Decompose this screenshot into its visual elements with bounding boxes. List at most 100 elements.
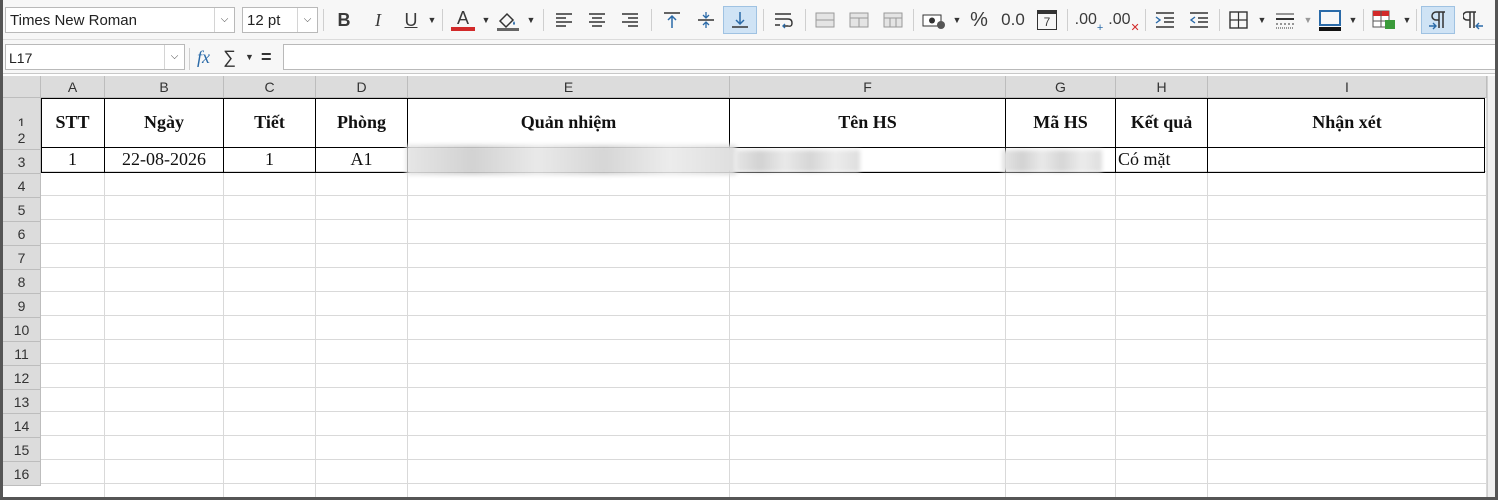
cell-i16[interactable] xyxy=(1208,484,1487,497)
column-header-e[interactable]: E xyxy=(408,76,730,98)
cell-b6[interactable] xyxy=(105,244,224,268)
currency-format-button[interactable] xyxy=(919,6,949,34)
align-left-button[interactable] xyxy=(551,6,577,34)
cell-i6[interactable] xyxy=(1208,244,1487,268)
cell-d16[interactable] xyxy=(316,484,408,497)
increase-indent-button[interactable] xyxy=(1151,6,1179,34)
rtl-direction-button[interactable] xyxy=(1459,6,1489,34)
cell-a16[interactable] xyxy=(41,484,105,497)
sum-dropdown[interactable]: ▼ xyxy=(243,44,254,70)
cell-h15[interactable] xyxy=(1116,460,1208,484)
data-cell-h2[interactable]: Có mặt xyxy=(1116,148,1208,172)
header-cell-c1[interactable]: Tiết xyxy=(224,98,316,148)
cell-h14[interactable] xyxy=(1116,436,1208,460)
cell-f5[interactable] xyxy=(730,220,1006,244)
cell-g16[interactable] xyxy=(1006,484,1116,497)
cell-g4[interactable] xyxy=(1006,196,1116,220)
cell-f8[interactable] xyxy=(730,292,1006,316)
cell-h5[interactable] xyxy=(1116,220,1208,244)
font-name-combo[interactable]: Times New Roman ⌵ xyxy=(5,7,235,33)
cell-e8[interactable] xyxy=(408,292,730,316)
italic-button[interactable]: I xyxy=(365,6,391,34)
data-cell-d2[interactable]: A1 xyxy=(316,148,408,172)
cell-g9[interactable] xyxy=(1006,316,1116,340)
cell-f10[interactable] xyxy=(730,340,1006,364)
cell-e10[interactable] xyxy=(408,340,730,364)
cell-c7[interactable] xyxy=(224,268,316,292)
cell-h12[interactable] xyxy=(1116,388,1208,412)
row-header-13[interactable]: 13 xyxy=(3,390,41,414)
row-header-8[interactable]: 8 xyxy=(3,270,41,294)
cell-f6[interactable] xyxy=(730,244,1006,268)
row-header-6[interactable]: 6 xyxy=(3,222,41,246)
cell-c10[interactable] xyxy=(224,340,316,364)
align-middle-button[interactable] xyxy=(693,6,719,34)
cell-b14[interactable] xyxy=(105,436,224,460)
cell-g12[interactable] xyxy=(1006,388,1116,412)
cell-a13[interactable] xyxy=(41,412,105,436)
cell-h4[interactable] xyxy=(1116,196,1208,220)
cell-h16[interactable] xyxy=(1116,484,1208,497)
cell-a15[interactable] xyxy=(41,460,105,484)
cell-i14[interactable] xyxy=(1208,436,1487,460)
cell-a12[interactable] xyxy=(41,388,105,412)
cell-i4[interactable] xyxy=(1208,196,1487,220)
borders-dropdown[interactable]: ▼ xyxy=(1255,6,1267,34)
cell-i7[interactable] xyxy=(1208,268,1487,292)
header-cell-e1[interactable]: Quản nhiệm xyxy=(408,98,730,148)
row-header-11[interactable]: 11 xyxy=(3,342,41,366)
cell-e5[interactable] xyxy=(408,220,730,244)
cell-i12[interactable] xyxy=(1208,388,1487,412)
row-header-2[interactable]: 2 xyxy=(3,126,41,150)
cell-i13[interactable] xyxy=(1208,412,1487,436)
cell-b11[interactable] xyxy=(105,364,224,388)
add-decimal-button[interactable]: .00 + xyxy=(1073,6,1105,34)
column-header-b[interactable]: B xyxy=(105,76,224,98)
cell-e12[interactable] xyxy=(408,388,730,412)
data-cell-i2[interactable] xyxy=(1208,148,1487,172)
align-right-button[interactable] xyxy=(617,6,643,34)
conditional-format-button[interactable] xyxy=(1369,6,1399,34)
cell-b7[interactable] xyxy=(105,268,224,292)
cell-g3[interactable] xyxy=(1006,172,1116,196)
vertical-scrollbar[interactable] xyxy=(1487,76,1495,497)
cell-c14[interactable] xyxy=(224,436,316,460)
wrap-text-button[interactable] xyxy=(770,6,798,34)
cell-c15[interactable] xyxy=(224,460,316,484)
column-header-c[interactable]: C xyxy=(224,76,316,98)
select-all-corner[interactable] xyxy=(3,76,41,98)
cell-a6[interactable] xyxy=(41,244,105,268)
cell-g8[interactable] xyxy=(1006,292,1116,316)
data-cell-a2[interactable]: 1 xyxy=(41,148,105,172)
cell-e16[interactable] xyxy=(408,484,730,497)
cell-d14[interactable] xyxy=(316,436,408,460)
cell-e14[interactable] xyxy=(408,436,730,460)
cell-i10[interactable] xyxy=(1208,340,1487,364)
cell-d8[interactable] xyxy=(316,292,408,316)
header-cell-i1[interactable]: Nhận xét xyxy=(1208,98,1487,148)
border-color-button[interactable] xyxy=(1315,6,1345,34)
row-header-15[interactable]: 15 xyxy=(3,438,41,462)
cell-f9[interactable] xyxy=(730,316,1006,340)
cell-f15[interactable] xyxy=(730,460,1006,484)
row-header-4[interactable]: 4 xyxy=(3,174,41,198)
cell-e15[interactable] xyxy=(408,460,730,484)
data-cell-c2[interactable]: 1 xyxy=(224,148,316,172)
cell-h8[interactable] xyxy=(1116,292,1208,316)
highlight-color-button[interactable] xyxy=(493,6,523,34)
border-style-button[interactable] xyxy=(1271,6,1299,34)
cell-d7[interactable] xyxy=(316,268,408,292)
cell-a8[interactable] xyxy=(41,292,105,316)
row-header-14[interactable]: 14 xyxy=(3,414,41,438)
cell-c16[interactable] xyxy=(224,484,316,497)
cell-h13[interactable] xyxy=(1116,412,1208,436)
cell-b13[interactable] xyxy=(105,412,224,436)
cell-d3[interactable] xyxy=(316,172,408,196)
cell-g11[interactable] xyxy=(1006,364,1116,388)
row-header-3[interactable]: 3 xyxy=(3,150,41,174)
font-color-dropdown[interactable]: ▼ xyxy=(479,6,491,34)
cell-b12[interactable] xyxy=(105,388,224,412)
cell-b8[interactable] xyxy=(105,292,224,316)
bold-button[interactable]: B xyxy=(331,6,357,34)
cell-b4[interactable] xyxy=(105,196,224,220)
